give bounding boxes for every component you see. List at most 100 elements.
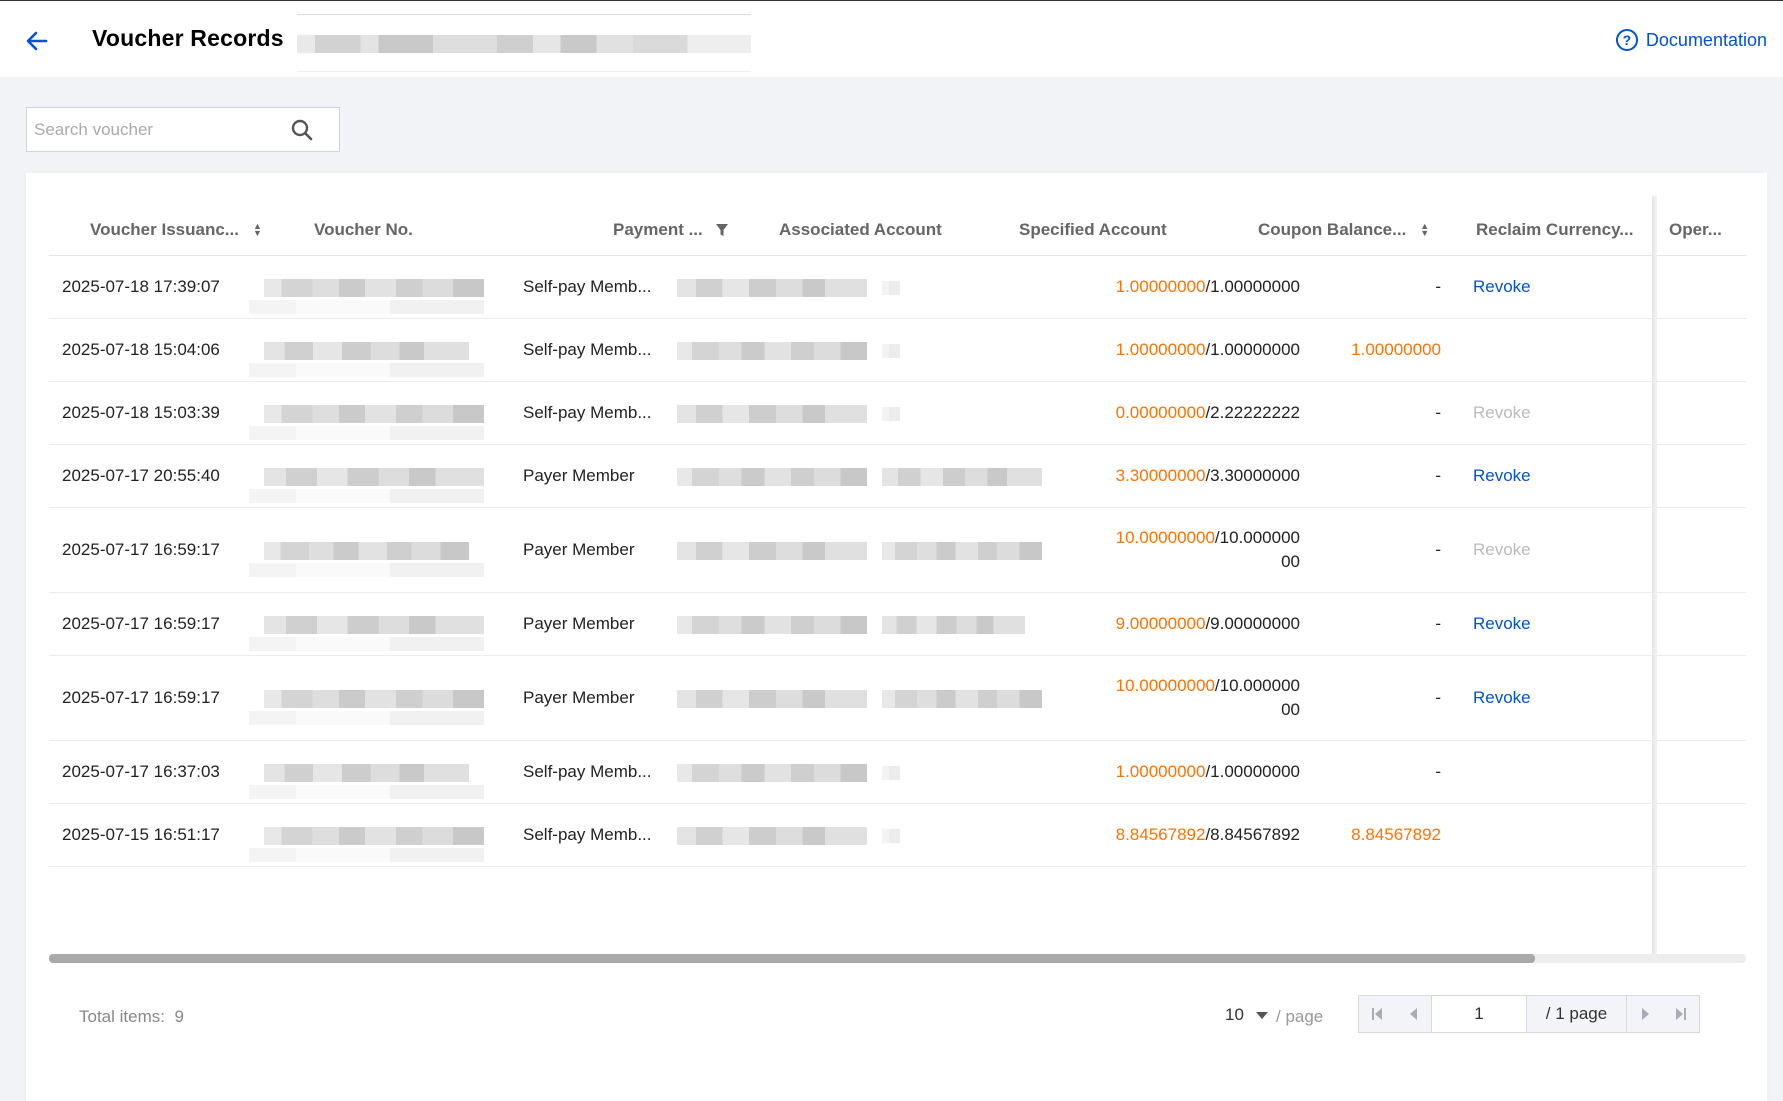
table-row: 2025-07-17 20:55:40 Payer Member 3.30000… — [49, 445, 1746, 508]
balance-total: /10.000000 — [1214, 528, 1300, 547]
total-items: Total items: 9 — [79, 1007, 184, 1027]
payment-type-text: Payer Member — [523, 540, 635, 559]
page-size-value: 10 — [1225, 1005, 1244, 1024]
reclaim-currency: - — [1294, 593, 1441, 655]
issuance-time: 2025-07-17 16:59:17 — [62, 656, 220, 740]
revoke-button[interactable]: Revoke — [1473, 277, 1531, 297]
search-icon[interactable] — [291, 119, 313, 141]
prev-page-button[interactable] — [1395, 996, 1431, 1032]
column-label: Coupon Balance... — [1258, 219, 1407, 239]
last-page-icon — [1676, 1008, 1686, 1020]
next-page-button[interactable] — [1627, 996, 1663, 1032]
voucher-no-redacted — [264, 764, 469, 782]
last-page-button[interactable] — [1663, 996, 1699, 1032]
associated-account-redacted — [677, 690, 867, 708]
documentation-link[interactable]: ? Documentation — [1615, 29, 1767, 51]
voucher-no-redacted-shadow — [249, 637, 484, 651]
operation-cell: Revoke — [1473, 508, 1531, 592]
balance-total: /9.00000000 — [1205, 614, 1300, 633]
revoke-button: Revoke — [1473, 540, 1531, 559]
revoke-button: Revoke — [1473, 403, 1531, 422]
coupon-balance: 3.30000000/3.30000000 — [1084, 445, 1300, 507]
table-row: 2025-07-18 15:04:06 Self-pay Memb... 1.0… — [49, 319, 1746, 382]
balance-total: /8.84567892 — [1205, 825, 1300, 844]
horizontal-scrollbar-thumb[interactable] — [49, 954, 1535, 963]
top-bar: Voucher Records ? Documentation — [0, 0, 1783, 77]
total-pages-label: / 1 page — [1527, 996, 1627, 1032]
voucher-no-redacted — [264, 342, 469, 360]
column-operation: Oper... — [1669, 203, 1722, 256]
payment-type-text: Self-pay Memb... — [523, 403, 652, 422]
associated-account-redacted — [677, 405, 867, 423]
issuance-time: 2025-07-18 15:04:06 — [62, 319, 220, 381]
payment-type-text: Self-pay Memb... — [523, 762, 652, 781]
page-title: Voucher Records — [92, 25, 284, 51]
sort-icon[interactable]: ▲ ▼ — [1420, 221, 1429, 237]
column-label: Voucher No. — [314, 219, 413, 239]
filter-icon[interactable] — [715, 223, 729, 237]
voucher-no-redacted-shadow — [249, 785, 484, 799]
specified-account-redacted — [882, 542, 1042, 560]
operation-cell: Revoke — [1473, 382, 1531, 444]
balance-total: /1.00000000 — [1205, 277, 1300, 296]
column-coupon-balance[interactable]: Coupon Balance... ▲ ▼ — [1258, 203, 1429, 256]
column-label: Specified Account — [1019, 219, 1167, 239]
issuance-time-text: 2025-07-15 16:51:17 — [62, 825, 220, 844]
issuance-time: 2025-07-17 16:59:17 — [62, 593, 220, 655]
first-page-button[interactable] — [1359, 996, 1395, 1032]
voucher-no-redacted — [264, 690, 484, 708]
operation-cell: Revoke — [1473, 445, 1531, 507]
associated-account-redacted — [677, 279, 867, 297]
table-row: 2025-07-17 16:37:03 Self-pay Memb... 1.0… — [49, 741, 1746, 804]
balance-total: /3.30000000 — [1205, 466, 1300, 485]
current-page-input[interactable]: 1 — [1431, 996, 1527, 1032]
specified-account-redacted — [882, 766, 900, 780]
prev-page-icon — [1409, 1008, 1417, 1020]
voucher-no-redacted — [264, 616, 484, 634]
fixed-column-divider — [1652, 196, 1657, 954]
coupon-balance: 1.00000000/1.00000000 — [1084, 256, 1300, 318]
coupon-balance: 9.00000000/9.00000000 — [1084, 593, 1300, 655]
reclaim-currency-text: - — [1435, 540, 1441, 559]
payment-type-text: Payer Member — [523, 688, 635, 707]
specified-account-redacted — [882, 407, 900, 421]
first-page-icon — [1372, 1008, 1382, 1020]
payment-type: Payer Member — [523, 656, 634, 740]
revoke-button[interactable]: Revoke — [1473, 688, 1531, 708]
column-label: Payment ... — [613, 219, 703, 239]
back-arrow-icon[interactable] — [24, 28, 50, 54]
pagination-control: 1 / 1 page — [1358, 995, 1700, 1033]
column-label: Oper... — [1669, 219, 1722, 239]
column-payment[interactable]: Payment ... — [613, 203, 729, 256]
issuance-time-text: 2025-07-17 16:37:03 — [62, 762, 220, 781]
voucher-no-redacted-shadow — [249, 363, 484, 377]
voucher-no-redacted — [264, 827, 484, 845]
payment-type: Self-pay Memb... — [523, 382, 652, 444]
table-row: 2025-07-17 16:59:17 Payer Member 10.0000… — [49, 656, 1746, 741]
sort-icon[interactable]: ▲ ▼ — [253, 221, 262, 237]
reclaim-currency-text: - — [1435, 277, 1441, 296]
issuance-time-text: 2025-07-18 15:04:06 — [62, 340, 220, 359]
balance-current: 10.00000000 — [1115, 528, 1215, 547]
associated-account-redacted — [677, 468, 867, 486]
balance-current: 3.30000000 — [1115, 466, 1206, 485]
specified-account-redacted — [882, 281, 900, 295]
balance-current: 10.00000000 — [1115, 676, 1215, 695]
revoke-button[interactable]: Revoke — [1473, 466, 1531, 486]
column-voucher-issuance-time[interactable]: Voucher Issuanc... ▲ ▼ — [90, 203, 262, 256]
issuance-time: 2025-07-17 16:37:03 — [62, 741, 220, 803]
issuance-time: 2025-07-18 17:39:07 — [62, 256, 220, 318]
payment-type: Self-pay Memb... — [523, 319, 652, 381]
column-reclaim-currency: Reclaim Currency... — [1476, 203, 1633, 256]
issuance-time-text: 2025-07-17 16:59:17 — [62, 614, 220, 633]
voucher-no-redacted-shadow — [249, 848, 484, 862]
revoke-button[interactable]: Revoke — [1473, 614, 1531, 634]
page-size-select[interactable]: 10 — [1225, 1005, 1268, 1025]
search-input[interactable] — [27, 108, 287, 151]
issuance-time-text: 2025-07-18 15:03:39 — [62, 403, 220, 422]
voucher-no-redacted — [264, 468, 484, 486]
payment-type: Self-pay Memb... — [523, 256, 652, 318]
balance-current: 1.00000000 — [1115, 762, 1206, 781]
reclaim-currency-text: 8.84567892 — [1351, 825, 1441, 844]
coupon-balance: 10.00000000/10.000000 00 — [1084, 508, 1300, 592]
